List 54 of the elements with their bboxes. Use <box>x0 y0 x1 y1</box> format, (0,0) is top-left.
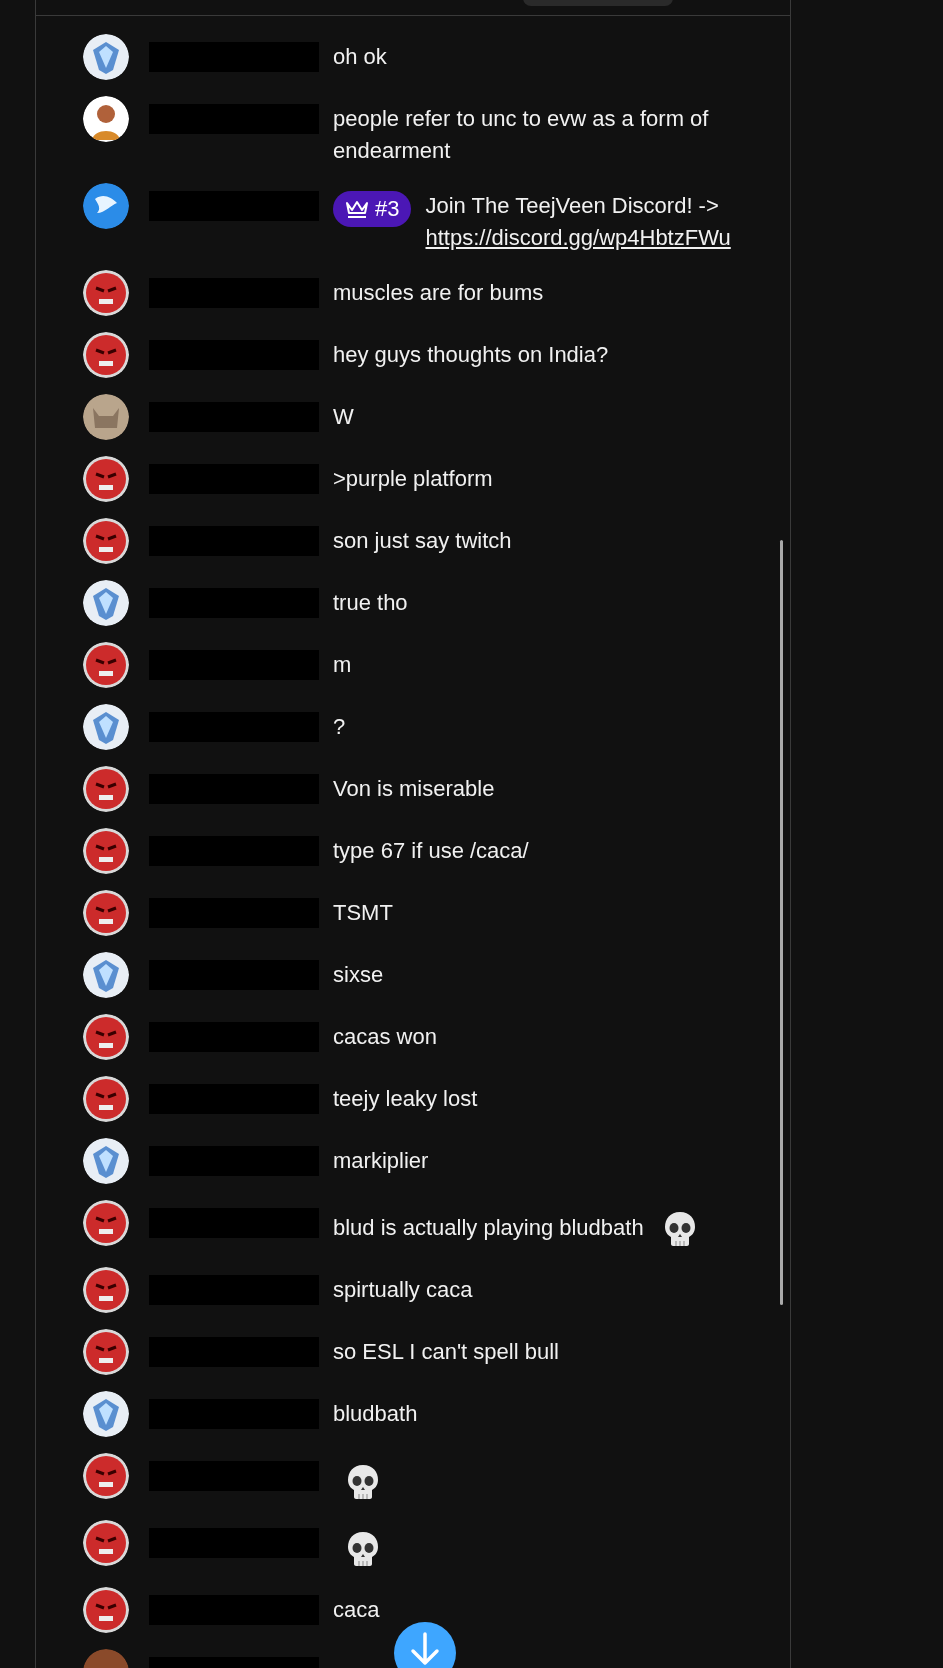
crown-icon <box>345 199 369 219</box>
message-text: hey guys thoughts on India? <box>333 342 609 367</box>
avatar <box>83 1076 129 1122</box>
message-text: so ESL I can't spell bull <box>333 1339 559 1364</box>
avatar <box>83 332 129 378</box>
avatar <box>83 394 129 440</box>
message-text: W <box>333 404 354 429</box>
avatar <box>83 270 129 316</box>
message-text: blud is actually playing bludbath <box>333 1214 644 1240</box>
message-text: son just say twitch <box>333 528 512 553</box>
avatar <box>83 456 129 502</box>
avatar <box>83 1453 129 1499</box>
avatar <box>83 704 129 750</box>
message-text: type 67 if use /caca/ <box>333 838 529 863</box>
arrow-down-icon <box>410 1632 440 1666</box>
rank-badge: #3 <box>333 191 412 227</box>
scroll-down-button[interactable] <box>394 1622 456 1668</box>
message-text: Von is miserable <box>333 776 495 801</box>
avatar <box>83 1391 129 1437</box>
message-text: ? <box>333 714 346 739</box>
message-text: bludbath <box>333 1401 418 1426</box>
avatar <box>83 1520 129 1566</box>
message-text: Join The TeejVeen Discord! -> <box>425 193 719 218</box>
message-text: oh ok <box>333 44 387 69</box>
message-text: muscles are for bums <box>333 280 544 305</box>
avatar <box>83 1200 129 1246</box>
avatar <box>83 828 129 874</box>
avatar <box>83 96 129 142</box>
message-text: sixse <box>333 962 384 987</box>
message-text: m <box>333 652 352 677</box>
avatar <box>83 580 129 626</box>
message-text: markiplier <box>333 1148 429 1173</box>
avatar <box>83 1138 129 1184</box>
avatar <box>83 766 129 812</box>
message-text: people refer to unc to evw as a form of endearment <box>333 106 709 163</box>
message-text: caca <box>333 1597 380 1622</box>
avatar <box>83 952 129 998</box>
message-text: true tho <box>333 590 408 615</box>
avatar <box>83 34 129 80</box>
message-text: cacas won <box>333 1024 437 1049</box>
message-text: TSMT <box>333 900 393 925</box>
avatar <box>83 1014 129 1060</box>
avatar <box>83 1587 129 1633</box>
scrollbar-thumb[interactable] <box>780 540 783 1305</box>
discord-link[interactable]: https://discord.gg/wp4HbtzFWu <box>425 225 731 250</box>
message-text: spirtually caca <box>333 1277 473 1302</box>
avatar <box>83 183 129 229</box>
avatar <box>83 1329 129 1375</box>
avatar <box>83 642 129 688</box>
avatar <box>83 1267 129 1313</box>
avatar <box>83 518 129 564</box>
message-text: teejy leaky lost <box>333 1086 478 1111</box>
avatar <box>83 890 129 936</box>
message-text: >purple platform <box>333 466 493 491</box>
